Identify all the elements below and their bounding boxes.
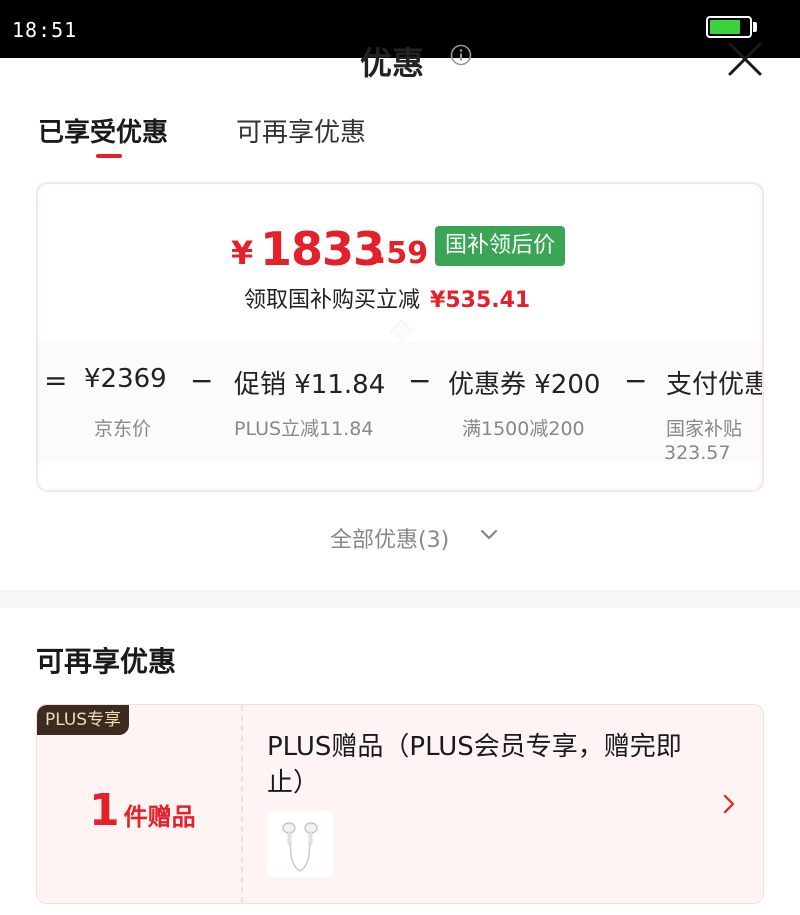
breakdown-coupon-label: 满1500减200: [462, 418, 585, 440]
subsidy-line: 领取国补购买立减 ¥535.41: [244, 282, 530, 314]
price-summary-card: ¥ 1833 .59 国补领后价 领取国补购买立减 ¥535.41 = ¥2369…: [36, 182, 764, 492]
section-divider: [0, 590, 800, 608]
gift-count-number: 1: [89, 785, 120, 836]
breakdown-coupon: 优惠券 ¥200: [448, 370, 601, 400]
subsidy-price-badge: 国补领后价: [435, 226, 566, 266]
gift-count: 1 件赠品: [89, 785, 196, 836]
price-integer: 1833: [260, 222, 385, 276]
close-icon[interactable]: [726, 40, 764, 78]
breakdown-payment-offer-amount: 323.57: [664, 442, 731, 464]
breakdown-promotion: 促销 ¥11.84: [234, 370, 386, 400]
breakdown-payment-offer-label: 国家补贴: [666, 418, 743, 440]
battery-icon: [706, 16, 752, 38]
status-time: 18:51: [12, 18, 78, 42]
equals-sign: =: [44, 364, 68, 397]
tab-enjoyed-offers[interactable]: 已享受优惠: [38, 112, 168, 149]
subsidy-amount: ¥535.41: [430, 288, 531, 313]
active-tab-indicator: [96, 154, 122, 158]
battery-tip: [753, 22, 757, 32]
price-decimal: .59: [375, 236, 429, 271]
earphones-thumbnail[interactable]: [267, 811, 333, 877]
page-title: 优惠: [360, 44, 425, 82]
minus-sign: −: [408, 364, 432, 397]
plus-exclusive-tag: PLUS专享: [37, 705, 129, 735]
card-divider: [241, 705, 243, 903]
final-price: ¥ 1833 .59: [38, 220, 762, 280]
minus-sign: −: [190, 364, 214, 397]
breakdown-payment-offer: 支付优惠: [666, 370, 764, 400]
price-breakdown[interactable]: = ¥2369 京东价 − 促销 ¥11.84 PLUS立减11.84 − 优惠…: [38, 342, 764, 464]
all-offers-link[interactable]: 全部优惠(3): [330, 522, 449, 554]
gift-title: PLUS赠品（PLUS会员专享，赠完即止）: [267, 732, 682, 798]
plus-gift-card[interactable]: PLUS专享 1 件赠品 PLUS赠品（PLUS会员专享，赠完即止）: [36, 704, 764, 904]
chevron-right-icon[interactable]: [721, 793, 737, 815]
info-icon[interactable]: [450, 44, 472, 66]
more-offers-heading: 可再享优惠: [36, 645, 177, 678]
breakdown-jd-price-label: 京东价: [94, 418, 152, 440]
battery-level-fill: [710, 20, 740, 34]
breakdown-jd-price: ¥2369: [84, 364, 167, 394]
price-currency: ¥: [231, 234, 254, 272]
breakdown-promotion-label: PLUS立减11.84: [234, 418, 374, 440]
breakdown-pointer: [389, 319, 414, 344]
subsidy-text: 领取国补购买立减: [244, 288, 421, 313]
chevron-down-icon[interactable]: [480, 528, 498, 542]
gift-count-unit: 件赠品: [123, 803, 196, 831]
tab-more-offers[interactable]: 可再享优惠: [236, 112, 366, 149]
minus-sign: −: [624, 364, 648, 397]
